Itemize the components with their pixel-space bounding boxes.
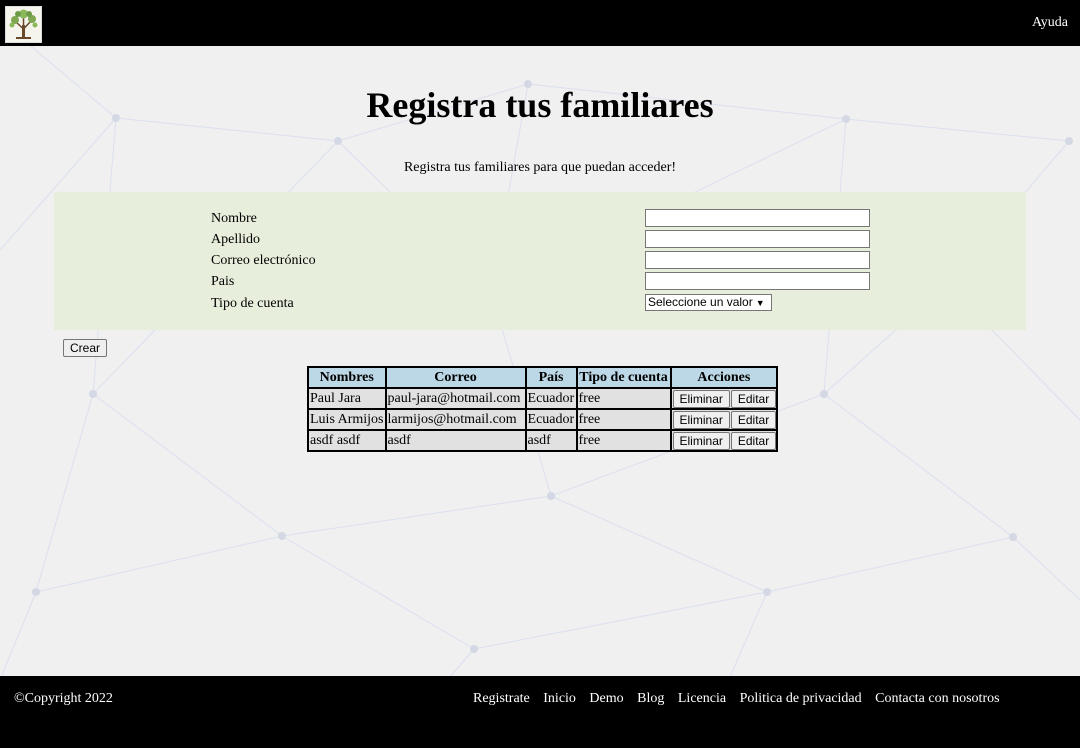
- page-subtitle: Registra tus familiares para que puedan …: [403, 160, 677, 175]
- table-row: asdf asdf asdf asdf free Eliminar Editar: [308, 430, 778, 451]
- footer-link-demo[interactable]: Demo: [589, 691, 623, 706]
- form-row-lastname: Apellido: [211, 230, 911, 251]
- delete-button[interactable]: Eliminar: [672, 431, 730, 450]
- header-country: País: [525, 367, 577, 388]
- cell-email: larmijos@hotmail.com: [385, 409, 526, 430]
- cell-email: paul-jara@hotmail.com: [385, 388, 526, 409]
- account-type-select[interactable]: Seleccione un valor ▼: [645, 294, 772, 311]
- register-form: Nombre Apellido Correo electrónico Pais …: [54, 192, 1026, 330]
- cell-actions: Eliminar Editar: [670, 388, 778, 409]
- account-type-selected: Seleccione un valor: [648, 295, 753, 309]
- cell-name: Paul Jara: [308, 388, 386, 409]
- name-input[interactable]: [645, 209, 870, 227]
- cell-country: Ecuador: [525, 409, 577, 430]
- help-link[interactable]: Ayuda: [1032, 15, 1068, 31]
- cell-country: Ecuador: [525, 388, 577, 409]
- cell-account-type: free: [576, 388, 671, 409]
- header-email: Correo: [385, 367, 526, 388]
- country-input[interactable]: [645, 272, 870, 290]
- account-type-label: Tipo de cuenta: [211, 296, 294, 311]
- cell-email: asdf: [385, 430, 526, 451]
- name-label: Nombre: [211, 211, 257, 226]
- footer-links: Registrate Inicio Demo Blog Licencia Pol…: [473, 691, 1010, 707]
- form-row-name: Nombre: [211, 209, 911, 230]
- footer-link-register[interactable]: Registrate: [473, 691, 530, 706]
- delete-button[interactable]: Eliminar: [672, 410, 730, 429]
- footer-link-contact[interactable]: Contacta con nosotros: [875, 691, 999, 706]
- header-names: Nombres: [308, 367, 386, 388]
- form-row-email: Correo electrónico: [211, 251, 911, 272]
- cell-name: Luis Armijos: [308, 409, 386, 430]
- table-row: Luis Armijos larmijos@hotmail.com Ecuado…: [308, 409, 778, 430]
- footer-link-license[interactable]: Licencia: [678, 691, 726, 706]
- chevron-down-icon: ▼: [755, 298, 765, 308]
- email-label: Correo electrónico: [211, 253, 316, 268]
- create-button[interactable]: Crear: [63, 339, 108, 357]
- header-account-type: Tipo de cuenta: [576, 367, 671, 388]
- top-navbar: Ayuda: [0, 0, 1080, 46]
- header-actions: Acciones: [670, 367, 778, 388]
- cell-account-type: free: [576, 409, 671, 430]
- edit-button[interactable]: Editar: [730, 410, 777, 429]
- form-row-account-type: Tipo de cuenta Seleccione un valor ▼: [211, 294, 911, 315]
- cell-actions: Eliminar Editar: [670, 430, 778, 451]
- footer-link-privacy[interactable]: Politica de privacidad: [740, 691, 862, 706]
- lastname-label: Apellido: [211, 232, 260, 247]
- table-header-row: Nombres Correo País Tipo de cuenta Accio…: [308, 367, 778, 388]
- edit-button[interactable]: Editar: [730, 389, 777, 408]
- copyright-text: ©Copyright 2022: [14, 691, 113, 706]
- country-label: Pais: [211, 274, 235, 289]
- email-input[interactable]: [645, 251, 870, 269]
- cell-actions: Eliminar Editar: [670, 409, 778, 430]
- footer-link-home[interactable]: Inicio: [543, 691, 576, 706]
- cell-name: asdf asdf: [308, 430, 386, 451]
- lastname-input[interactable]: [645, 230, 870, 248]
- footer: ©Copyright 2022 Registrate Inicio Demo B…: [0, 676, 1080, 748]
- table-row: Paul Jara paul-jara@hotmail.com Ecuador …: [308, 388, 778, 409]
- cell-account-type: free: [576, 430, 671, 451]
- footer-link-blog[interactable]: Blog: [637, 691, 664, 706]
- tree-icon[interactable]: [5, 6, 42, 43]
- delete-button[interactable]: Eliminar: [672, 389, 730, 408]
- cell-country: asdf: [525, 430, 577, 451]
- family-table: Nombres Correo País Tipo de cuenta Accio…: [307, 366, 779, 452]
- page-title: Registra tus familiares: [366, 85, 714, 125]
- edit-button[interactable]: Editar: [730, 431, 777, 450]
- form-row-country: Pais: [211, 272, 911, 293]
